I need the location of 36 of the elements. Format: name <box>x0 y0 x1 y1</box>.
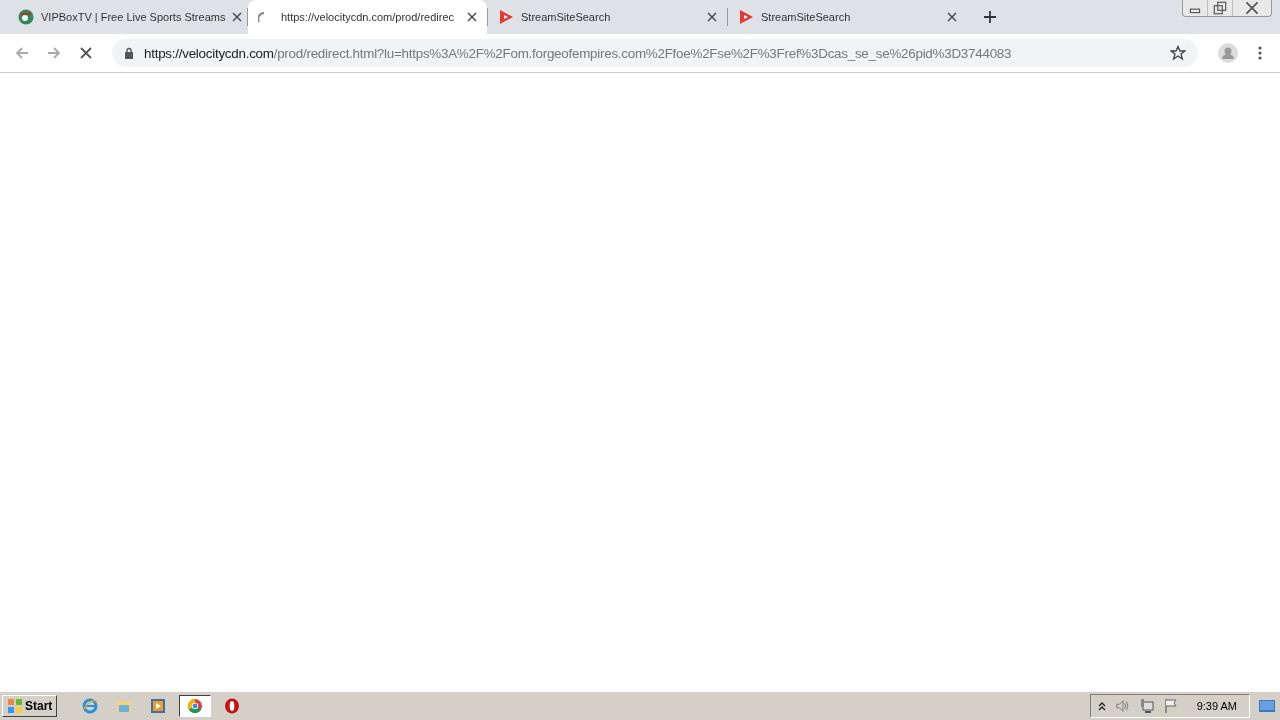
browser-tab[interactable]: StreamSiteSearch <box>488 0 727 34</box>
url-text: https://velocitycdn.com/prod/redirect.html?lu=https%3A%2F%2Fom.forgeofempires.com%2Ffoe%2Fse%2F%3Fref%3Dcas_se_se%26pid%3D3744083 <box>144 45 1013 61</box>
stop-icon[interactable] <box>78 45 94 61</box>
show-desktop-icon[interactable] <box>1258 699 1276 713</box>
network-icon[interactable] <box>1138 698 1155 714</box>
close-icon[interactable] <box>707 12 717 22</box>
address-bar[interactable]: https://velocitycdn.com/prod/redirect.html?lu=https%3A%2F%2Fom.forgeofempires.com%2Ffoe%2Fse%2F%3Fref%3Dcas_se_se%26pid%3D3744083 <box>112 39 1198 67</box>
tab-title: VIPBoxTV | Free Live Sports Streams <box>41 11 226 23</box>
chrome-icon <box>187 698 204 714</box>
browser-e-icon <box>82 698 99 714</box>
tab-title: StreamSiteSearch <box>761 11 852 23</box>
play-icon <box>738 9 754 25</box>
windows-logo-icon <box>7 698 23 714</box>
tab-title: https://velocitycdn.com/prod/redirec <box>281 11 456 23</box>
play-icon <box>498 9 514 25</box>
browser-tab[interactable]: https://velocitycdn.com/prod/redirec <box>248 0 487 34</box>
ball-icon <box>18 9 34 25</box>
flag-icon[interactable] <box>1162 698 1179 714</box>
profile-icon[interactable] <box>1218 43 1238 63</box>
close-icon[interactable] <box>232 12 243 22</box>
browser-tab[interactable]: StreamSiteSearch <box>728 0 967 34</box>
browser-tab[interactable]: VIPBoxTV | Free Live Sports Streams <box>8 0 247 34</box>
folder-icon <box>116 698 133 714</box>
tab-title: StreamSiteSearch <box>521 11 612 23</box>
spinner-icon <box>258 11 265 23</box>
clock-time[interactable]: 9:39 AM <box>1196 700 1237 712</box>
lock-icon <box>124 47 134 59</box>
star-icon[interactable] <box>1170 45 1186 61</box>
taskbar-button[interactable] <box>179 695 212 717</box>
start-button[interactable]: Start <box>2 695 58 717</box>
new-tab-icon[interactable] <box>983 10 997 24</box>
close-icon[interactable] <box>467 12 477 22</box>
media-player-icon <box>150 698 167 714</box>
menu-icon[interactable] <box>1258 45 1262 61</box>
opera-icon <box>224 698 241 714</box>
close-icon[interactable] <box>947 12 957 22</box>
